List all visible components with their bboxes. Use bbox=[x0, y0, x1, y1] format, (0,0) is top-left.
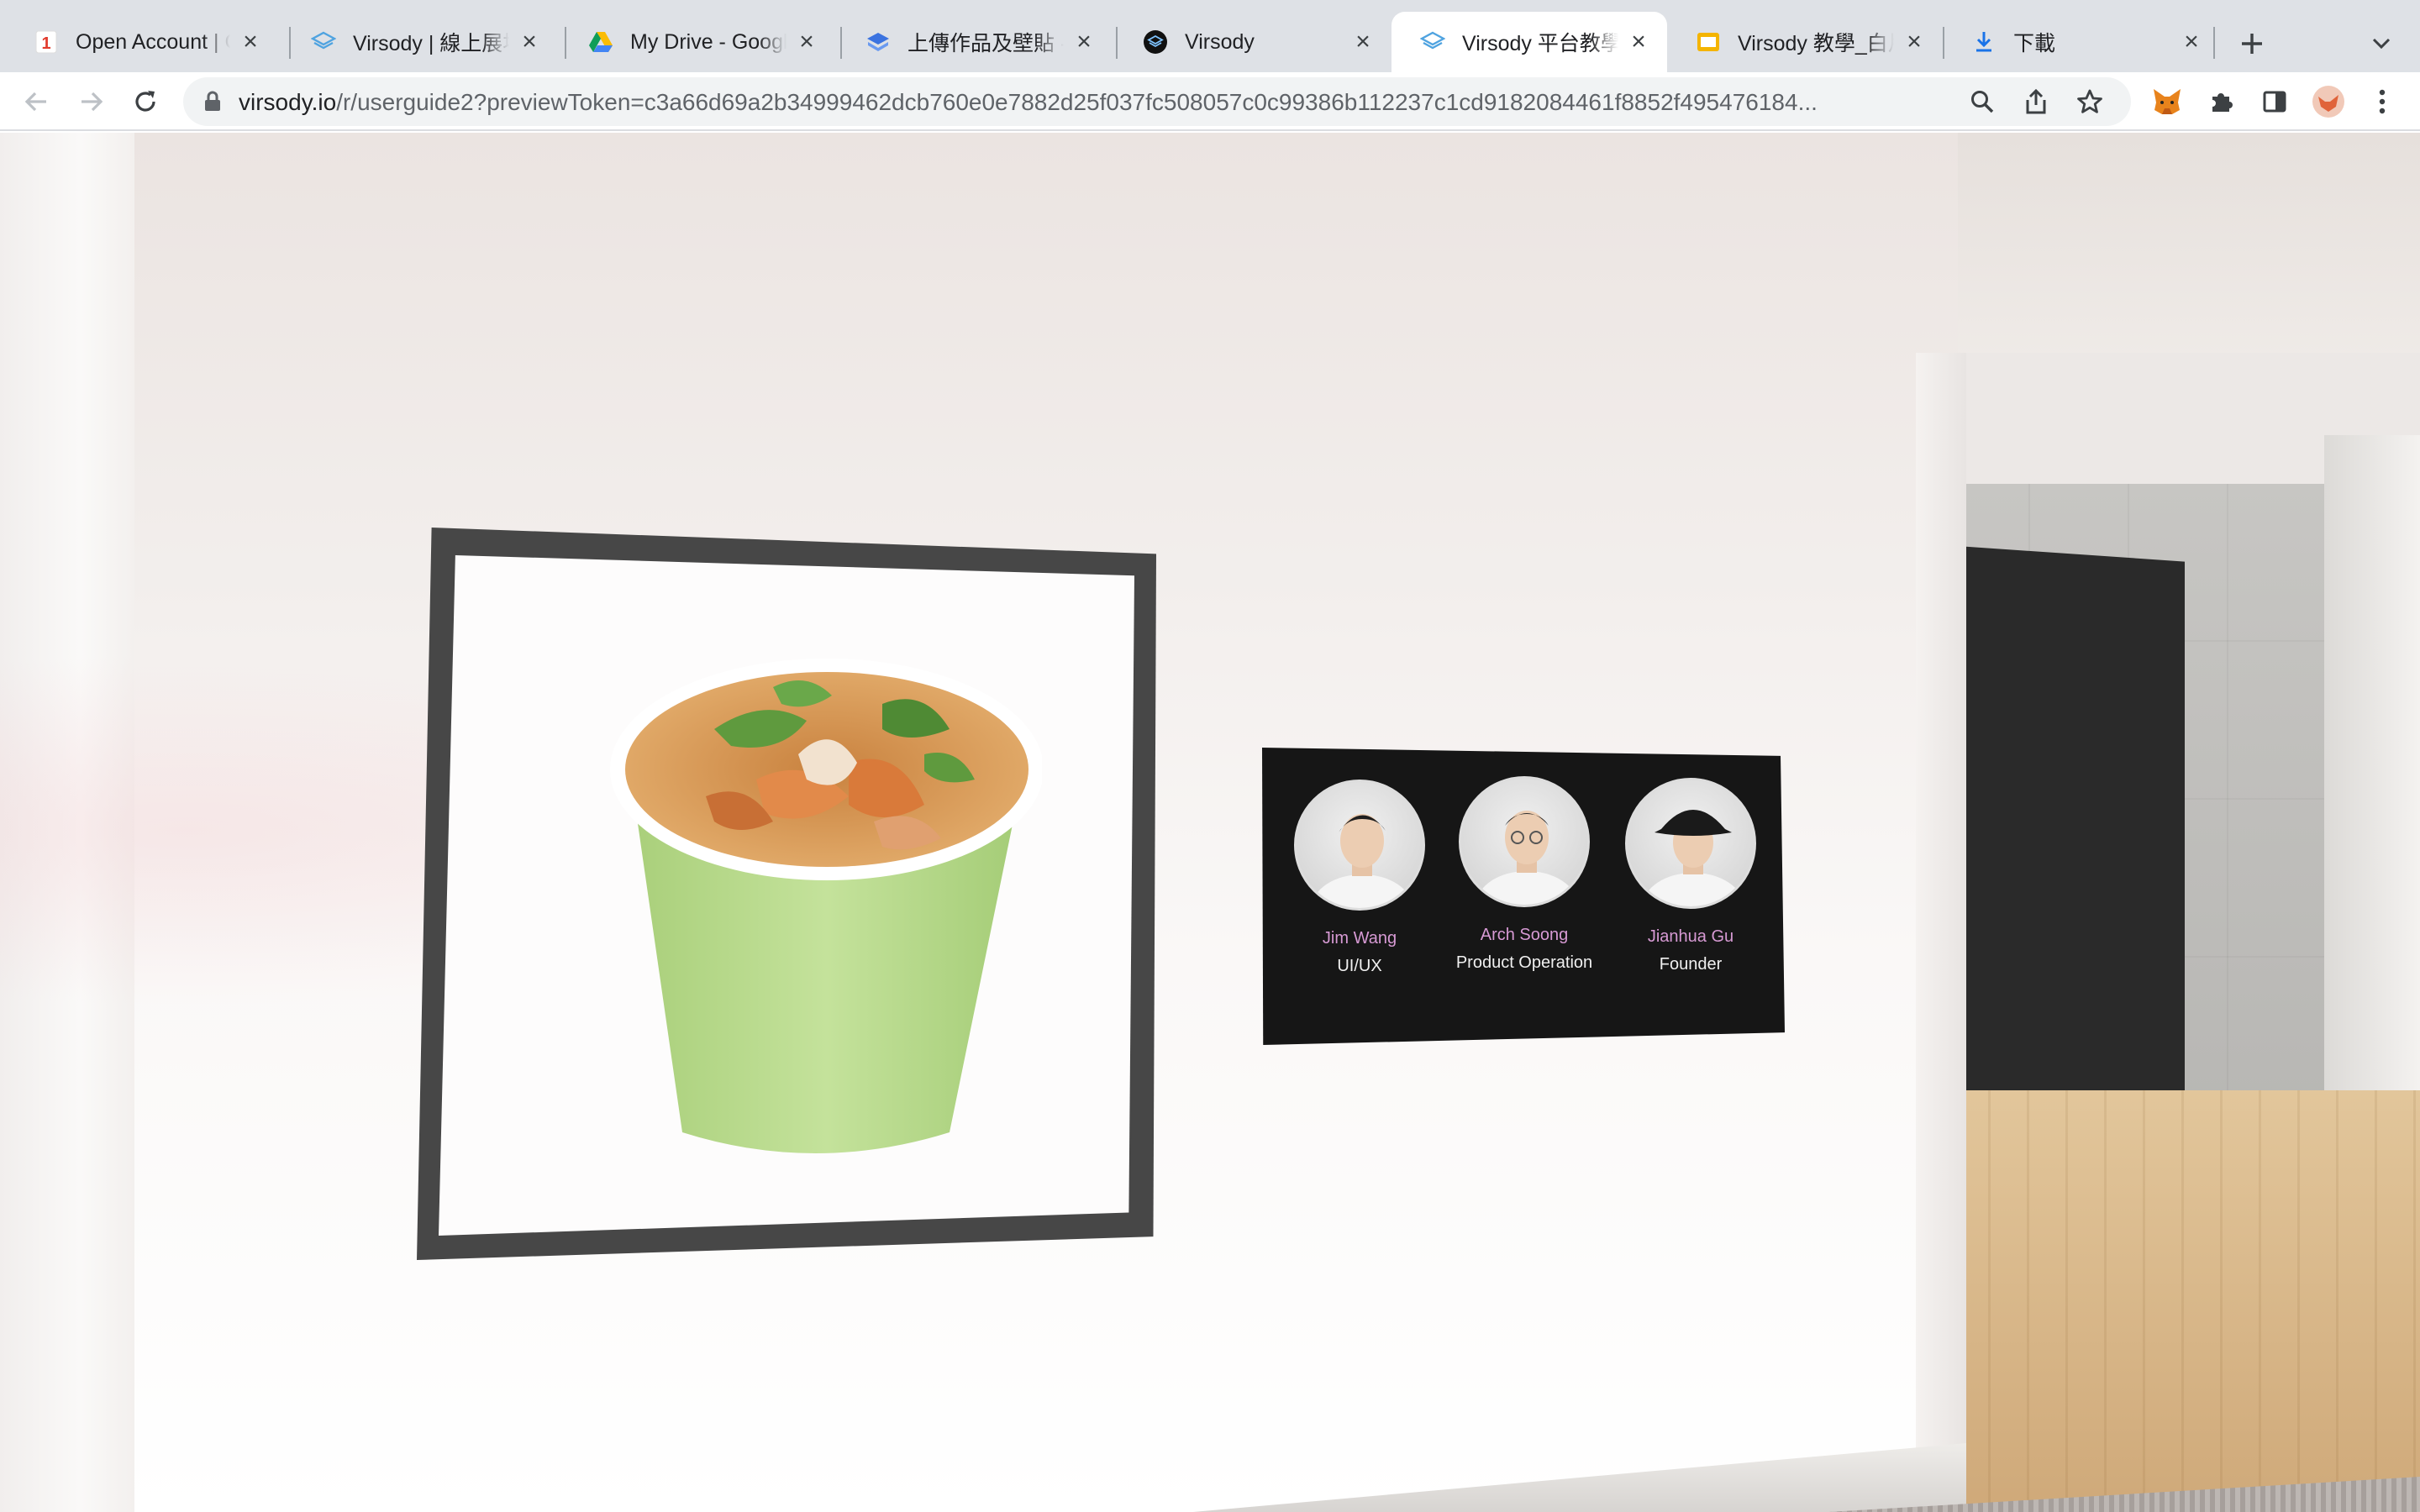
tab-title: My Drive - Google bbox=[630, 29, 786, 54]
tab-virsody-tutorial[interactable]: Virsody 平台教學 × bbox=[1392, 12, 1667, 72]
tab-google-drive[interactable]: My Drive - Google × bbox=[560, 12, 835, 72]
share-button[interactable] bbox=[2020, 86, 2052, 118]
download-icon bbox=[1971, 29, 1996, 55]
number-one-icon: 1 bbox=[34, 29, 59, 55]
lock-icon[interactable] bbox=[202, 91, 224, 113]
virsody-dark-icon bbox=[1143, 29, 1168, 55]
team-member-card: Arch Soong Product Operation bbox=[1440, 776, 1608, 973]
team-member-card: Jianhua Gu Founder bbox=[1607, 778, 1775, 974]
virsody-layers-icon bbox=[311, 29, 336, 55]
avatar bbox=[2312, 86, 2344, 118]
close-icon[interactable]: × bbox=[795, 29, 818, 55]
google-drive-icon bbox=[588, 29, 613, 55]
plus-icon bbox=[2242, 34, 2262, 54]
reload-icon bbox=[135, 91, 155, 112]
chrome-menu-button[interactable] bbox=[2365, 84, 2400, 119]
tab-strip: 1 Open Account | C × Virsody | 線上展場 × My… bbox=[0, 0, 2420, 72]
tab-title: Virsody 平台教學 bbox=[1462, 32, 1618, 55]
member-role: Product Operation bbox=[1455, 953, 1593, 972]
virtual-gallery-viewport[interactable]: Jim Wang UI/UX Arch Soong Product Operat… bbox=[0, 133, 2420, 1512]
share-icon bbox=[2026, 88, 2046, 114]
tab-virsody[interactable]: Virsody × bbox=[1114, 12, 1392, 72]
forward-button[interactable] bbox=[69, 79, 114, 124]
tab-search-button[interactable] bbox=[2361, 24, 2402, 64]
close-icon[interactable]: × bbox=[239, 29, 262, 55]
arrow-right-icon bbox=[82, 92, 103, 112]
url-host: virsody.io bbox=[239, 89, 337, 115]
profile-button[interactable] bbox=[2311, 84, 2346, 119]
close-icon[interactable]: × bbox=[2180, 29, 2203, 55]
virsody-layers-icon bbox=[1420, 29, 1445, 55]
member-role: Founder bbox=[1659, 955, 1723, 974]
zoom-button[interactable] bbox=[1966, 86, 1998, 118]
member-name: Jim Wang bbox=[1322, 929, 1397, 948]
black-panel[interactable] bbox=[1933, 544, 2185, 1121]
wood-floor bbox=[1949, 1090, 2420, 1512]
avatar bbox=[1459, 776, 1590, 907]
url-text[interactable]: virsody.io/r/userguide2?previewToken=c3a… bbox=[239, 89, 1953, 116]
extensions-button[interactable] bbox=[2203, 84, 2238, 119]
chevron-down-icon bbox=[2372, 38, 2391, 50]
stack-blue-icon bbox=[865, 29, 891, 55]
close-icon[interactable]: × bbox=[1902, 29, 1926, 55]
side-panel-icon bbox=[2263, 91, 2286, 113]
tab-title: Virsody bbox=[1185, 29, 1255, 54]
tab-virsody-exhibition[interactable]: Virsody | 線上展場 × bbox=[282, 12, 558, 72]
search-icon bbox=[1971, 91, 1994, 113]
avatar bbox=[1294, 780, 1425, 911]
tab-upload-works[interactable]: 上傳作品及壁貼 - V × bbox=[837, 12, 1113, 72]
close-icon[interactable]: × bbox=[1627, 29, 1650, 55]
tab-title: Virsody | 線上展場 bbox=[353, 32, 509, 55]
svg-text:1: 1 bbox=[41, 34, 50, 53]
browser-toolbar: virsody.io/r/userguide2?previewToken=c3a… bbox=[0, 72, 2420, 131]
bookmark-button[interactable] bbox=[2074, 86, 2106, 118]
tab-title: Open Account | C bbox=[76, 29, 230, 54]
tab-title: 下載 bbox=[2013, 32, 2056, 55]
google-slides-icon bbox=[1696, 29, 1721, 55]
arrow-left-icon bbox=[24, 92, 46, 112]
tab-virsody-slides[interactable]: Virsody 教學_白片 × bbox=[1667, 12, 1943, 72]
close-icon[interactable]: × bbox=[1351, 29, 1375, 55]
team-member-card: Jim Wang UI/UX bbox=[1276, 780, 1444, 976]
star-icon bbox=[2077, 89, 2102, 113]
metamask-extension-button[interactable] bbox=[2149, 84, 2185, 119]
tab-title: Virsody 教學_白片 bbox=[1738, 32, 1894, 55]
avatar bbox=[1625, 778, 1756, 909]
member-role: UI/UX bbox=[1337, 957, 1382, 975]
tab-title: 上傳作品及壁貼 - V bbox=[908, 32, 1064, 55]
tab-open-account[interactable]: 1 Open Account | C × bbox=[5, 12, 279, 72]
fox-icon bbox=[2154, 89, 2181, 114]
url-path: /r/userguide2?previewToken=c3a66d69a2b34… bbox=[336, 89, 1818, 115]
soup-cup-artwork[interactable] bbox=[605, 637, 1042, 1242]
tab-downloads[interactable]: 下載 × bbox=[1943, 12, 2220, 72]
team-board[interactable]: Jim Wang UI/UX Arch Soong Product Operat… bbox=[1262, 748, 1785, 1045]
address-bar[interactable]: virsody.io/r/userguide2?previewToken=c3a… bbox=[183, 77, 2131, 126]
more-vert-icon bbox=[2379, 89, 2386, 114]
member-name: Jianhua Gu bbox=[1647, 927, 1734, 946]
new-tab-button[interactable] bbox=[2230, 22, 2274, 66]
wall-corner bbox=[1916, 353, 1966, 1512]
close-icon[interactable]: × bbox=[518, 29, 541, 55]
reload-button[interactable] bbox=[123, 79, 168, 124]
puzzle-icon bbox=[2212, 93, 2233, 112]
back-button[interactable] bbox=[13, 79, 59, 124]
close-icon[interactable]: × bbox=[1072, 29, 1096, 55]
member-name: Arch Soong bbox=[1480, 926, 1569, 944]
side-panel-button[interactable] bbox=[2257, 84, 2292, 119]
